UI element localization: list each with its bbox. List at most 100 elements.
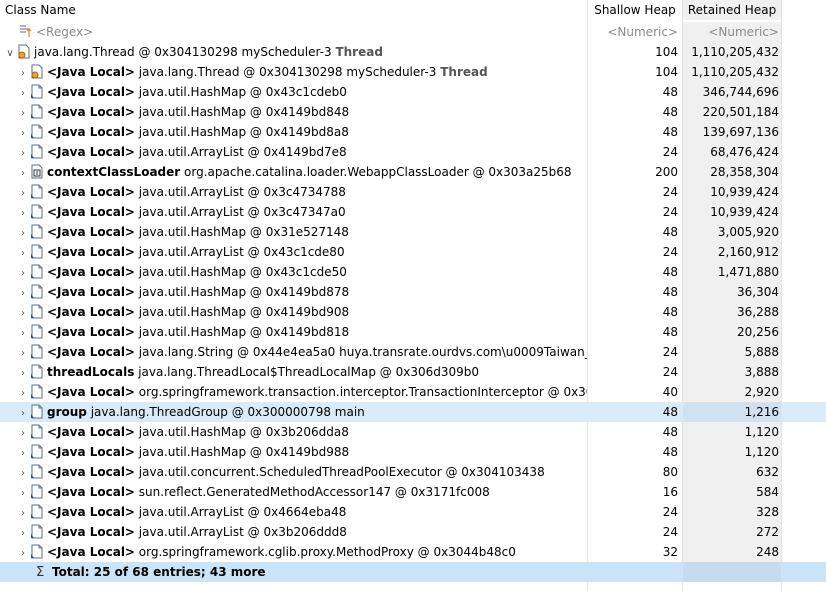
reference-name: <Java Local> bbox=[47, 445, 135, 459]
chevron-right-icon[interactable]: › bbox=[16, 264, 30, 282]
table-row[interactable]: › <Java Local> java.util.HashMap @ 0x4149… bbox=[0, 442, 826, 462]
object-icon bbox=[31, 264, 43, 279]
chevron-right-icon[interactable]: › bbox=[16, 84, 30, 102]
total-label: Total: 25 of 68 entries; 43 more bbox=[52, 565, 266, 579]
retained-filter-cell[interactable]: <Numeric> bbox=[683, 22, 781, 42]
chevron-down-icon[interactable]: ∨ bbox=[3, 44, 17, 62]
object-description: java.util.ArrayList @ 0x43c1cde80 bbox=[134, 245, 345, 259]
root-thread-row[interactable]: ∨ java.lang.Thread @ 0x304130298 mySched… bbox=[0, 42, 826, 62]
reference-name: <Java Local> bbox=[47, 305, 135, 319]
chevron-right-icon[interactable]: › bbox=[16, 324, 30, 342]
object-icon bbox=[31, 144, 43, 159]
chevron-right-icon[interactable]: › bbox=[16, 344, 30, 362]
retained-heap-value: 2,160,912 bbox=[683, 242, 781, 262]
chevron-right-icon[interactable]: › bbox=[16, 424, 30, 442]
chevron-right-icon[interactable]: › bbox=[16, 524, 30, 542]
retained-heap-value: 1,120 bbox=[683, 442, 781, 462]
object-description: java.util.HashMap @ 0x4149bd878 bbox=[134, 285, 350, 299]
chevron-right-icon[interactable]: › bbox=[16, 544, 30, 562]
table-row[interactable]: › <Java Local> org.springframework.cglib.… bbox=[0, 542, 826, 562]
reference-name: <Java Local> bbox=[47, 205, 135, 219]
chevron-right-icon[interactable]: › bbox=[16, 144, 30, 162]
object-type: Thread bbox=[440, 65, 488, 79]
table-row[interactable]: › <Java Local> java.util.HashMap @ 0x4149… bbox=[0, 102, 826, 122]
table-row[interactable]: › <Java Local> java.util.ArrayList @ 0x3c… bbox=[0, 202, 826, 222]
classloader-icon bbox=[31, 164, 43, 179]
shallow-heap-value: 24 bbox=[662, 345, 678, 359]
table-row[interactable]: › <Java Local> java.util.HashMap @ 0x31e5… bbox=[0, 222, 826, 242]
header-class-name[interactable]: Class Name bbox=[0, 0, 587, 20]
table-row[interactable]: › <Java Local> java.util.ArrayList @ 0x3b… bbox=[0, 522, 826, 542]
retained-heap-value: 584 bbox=[683, 482, 781, 502]
table-row[interactable]: › <Java Local> java.util.HashMap @ 0x4149… bbox=[0, 322, 826, 342]
chevron-right-icon[interactable]: › bbox=[16, 464, 30, 482]
table-row[interactable]: › <Java Local> java.lang.String @ 0x44e4e… bbox=[0, 342, 826, 362]
chevron-right-icon[interactable]: › bbox=[16, 384, 30, 402]
header-shallow-heap[interactable]: Shallow Heap bbox=[588, 0, 682, 20]
chevron-right-icon[interactable]: › bbox=[16, 164, 30, 182]
object-icon bbox=[31, 524, 43, 539]
object-description: org.springframework.transaction.intercep… bbox=[134, 385, 587, 399]
object-icon bbox=[31, 384, 43, 399]
thread-object-icon bbox=[31, 64, 43, 79]
shallow-heap-value: 80 bbox=[662, 465, 678, 479]
table-row[interactable]: › <Java Local> java.util.ArrayList @ 0x3c… bbox=[0, 182, 826, 202]
chevron-right-icon[interactable]: › bbox=[16, 184, 30, 202]
regex-filter-cell[interactable]: <Regex> bbox=[0, 22, 587, 42]
object-description: java.util.HashMap @ 0x4149bd818 bbox=[134, 325, 350, 339]
table-row[interactable]: › <Java Local> sun.reflect.GeneratedMetho… bbox=[0, 482, 826, 502]
table-row[interactable]: › <Java Local> org.springframework.transa… bbox=[0, 382, 826, 402]
table-row[interactable]: › <Java Local> java.util.HashMap @ 0x4149… bbox=[0, 302, 826, 322]
header-retained-heap[interactable]: Retained Heap bbox=[683, 0, 781, 20]
retained-heap-value: 5,888 bbox=[683, 342, 781, 362]
table-row[interactable]: › <Java Local> java.util.HashMap @ 0x43c1… bbox=[0, 262, 826, 282]
chevron-right-icon[interactable]: › bbox=[16, 124, 30, 142]
chevron-right-icon[interactable]: › bbox=[16, 364, 30, 382]
shallow-heap-value: 24 bbox=[662, 185, 678, 199]
retained-heap-value: 632 bbox=[683, 462, 781, 482]
table-row[interactable]: › <Java Local> java.util.HashMap @ 0x4149… bbox=[0, 282, 826, 302]
table-row[interactable]: › <Java Local> java.util.HashMap @ 0x3b20… bbox=[0, 422, 826, 442]
shallow-heap-value: 48 bbox=[662, 425, 678, 439]
shallow-heap-value: 48 bbox=[662, 445, 678, 459]
chevron-right-icon[interactable]: › bbox=[16, 104, 30, 122]
retained-heap-value: 68,476,424 bbox=[683, 142, 781, 162]
chevron-right-icon[interactable]: › bbox=[16, 444, 30, 462]
reference-name: <Java Local> bbox=[47, 465, 135, 479]
table-row[interactable]: › <Java Local> java.util.HashMap @ 0x43c1… bbox=[0, 82, 826, 102]
chevron-right-icon[interactable]: › bbox=[16, 204, 30, 222]
reference-name: <Java Local> bbox=[47, 525, 135, 539]
reference-name: <Java Local> bbox=[47, 65, 135, 79]
chevron-right-icon[interactable]: › bbox=[16, 244, 30, 262]
heap-tree-table: Class Name Shallow Heap Retained Heap <R… bbox=[0, 0, 826, 591]
total-row[interactable]: Σ Total: 25 of 68 entries; 43 more bbox=[0, 562, 826, 582]
table-row[interactable]: › <Java Local> java.util.HashMap @ 0x4149… bbox=[0, 122, 826, 142]
table-row[interactable]: › <Java Local> java.util.ArrayList @ 0x46… bbox=[0, 502, 826, 522]
object-description: java.util.HashMap @ 0x4149bd848 bbox=[134, 105, 350, 119]
shallow-heap-value: 24 bbox=[662, 245, 678, 259]
shallow-heap-value: 24 bbox=[662, 505, 678, 519]
shallow-heap-value: 24 bbox=[662, 525, 678, 539]
shallow-heap-value: 48 bbox=[662, 225, 678, 239]
chevron-right-icon[interactable]: › bbox=[16, 504, 30, 522]
retained-heap-value: 328 bbox=[683, 502, 781, 522]
chevron-right-icon[interactable]: › bbox=[16, 284, 30, 302]
chevron-right-icon[interactable]: › bbox=[16, 224, 30, 242]
table-row[interactable]: › <Java Local> java.lang.Thread @ 0x30413… bbox=[0, 62, 826, 82]
table-row[interactable]: › threadLocals java.lang.ThreadLocal$Thre… bbox=[0, 362, 826, 382]
object-icon bbox=[31, 124, 43, 139]
table-row[interactable]: › group java.lang.ThreadGroup @ 0x3000007… bbox=[0, 402, 826, 422]
table-row[interactable]: › contextClassLoader org.apache.catalina.… bbox=[0, 162, 826, 182]
chevron-right-icon[interactable]: › bbox=[16, 64, 30, 82]
table-row[interactable]: › <Java Local> java.util.ArrayList @ 0x41… bbox=[0, 142, 826, 162]
shallow-heap-value: 16 bbox=[662, 485, 678, 499]
root-thread-type: Thread bbox=[335, 45, 383, 59]
shallow-filter-cell[interactable]: <Numeric> bbox=[588, 22, 682, 42]
chevron-right-icon[interactable]: › bbox=[16, 404, 30, 422]
object-icon bbox=[31, 284, 43, 299]
table-row[interactable]: › <Java Local> java.util.ArrayList @ 0x43… bbox=[0, 242, 826, 262]
object-icon bbox=[31, 424, 43, 439]
chevron-right-icon[interactable]: › bbox=[16, 304, 30, 322]
table-row[interactable]: › <Java Local> java.util.concurrent.Sched… bbox=[0, 462, 826, 482]
chevron-right-icon[interactable]: › bbox=[16, 484, 30, 502]
